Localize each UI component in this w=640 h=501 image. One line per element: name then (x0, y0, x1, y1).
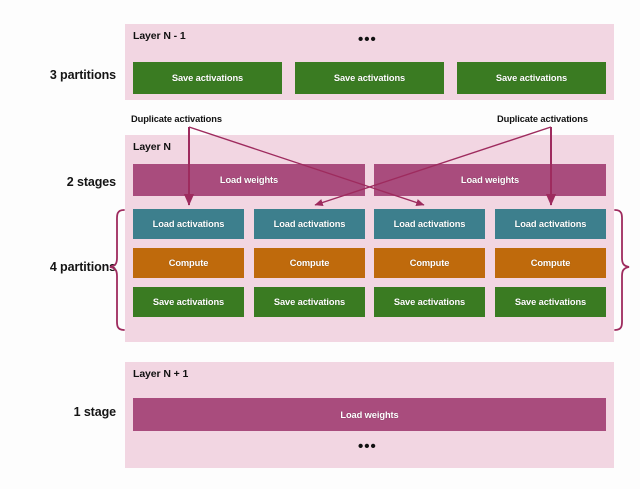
task-load-activations[interactable]: Load activations (254, 209, 365, 239)
bottom-caption-strip (0, 489, 640, 501)
task-compute[interactable]: Compute (254, 248, 365, 278)
layer-title-n: Layer N (133, 141, 171, 153)
side-label-4-partitions: 4 partitions (49, 260, 116, 274)
layer-panel-n: Layer N Load weights Load weights Load a… (125, 135, 614, 342)
brace-right-4-partitions (614, 209, 630, 331)
layer-panel-n-plus-1: Layer N + 1 Load weights ••• (125, 362, 614, 468)
diagram-canvas: 3 partitions 2 stages 4 partitions 1 sta… (0, 0, 640, 501)
task-compute[interactable]: Compute (495, 248, 606, 278)
side-label-3-partitions: 3 partitions (49, 68, 116, 82)
task-save-activations[interactable]: Save activations (457, 62, 606, 94)
layer-panel-n-minus-1: Layer N - 1 ••• Save activations Save ac… (125, 24, 614, 100)
layer-title-n-plus-1: Layer N + 1 (133, 368, 189, 380)
layer-title-n-minus-1: Layer N - 1 (133, 30, 186, 42)
side-label-1-stage: 1 stage (73, 405, 116, 419)
task-load-activations[interactable]: Load activations (374, 209, 485, 239)
task-load-weights[interactable]: Load weights (133, 164, 365, 196)
annotation-duplicate-activations-left: Duplicate activations (131, 114, 222, 124)
task-save-activations[interactable]: Save activations (133, 62, 282, 94)
task-save-activations[interactable]: Save activations (295, 62, 444, 94)
task-save-activations[interactable]: Save activations (254, 287, 365, 317)
task-compute[interactable]: Compute (133, 248, 244, 278)
side-label-2-stages: 2 stages (66, 175, 116, 189)
ellipsis-layer-n-plus-1: ••• (358, 438, 377, 455)
annotation-duplicate-activations-right: Duplicate activations (497, 114, 588, 124)
task-load-weights[interactable]: Load weights (374, 164, 606, 196)
task-save-activations[interactable]: Save activations (133, 287, 244, 317)
task-save-activations[interactable]: Save activations (495, 287, 606, 317)
task-load-activations[interactable]: Load activations (133, 209, 244, 239)
task-compute[interactable]: Compute (374, 248, 485, 278)
task-save-activations[interactable]: Save activations (374, 287, 485, 317)
task-load-activations[interactable]: Load activations (495, 209, 606, 239)
ellipsis-layer-n-minus-1: ••• (358, 31, 377, 48)
task-load-weights[interactable]: Load weights (133, 398, 606, 431)
